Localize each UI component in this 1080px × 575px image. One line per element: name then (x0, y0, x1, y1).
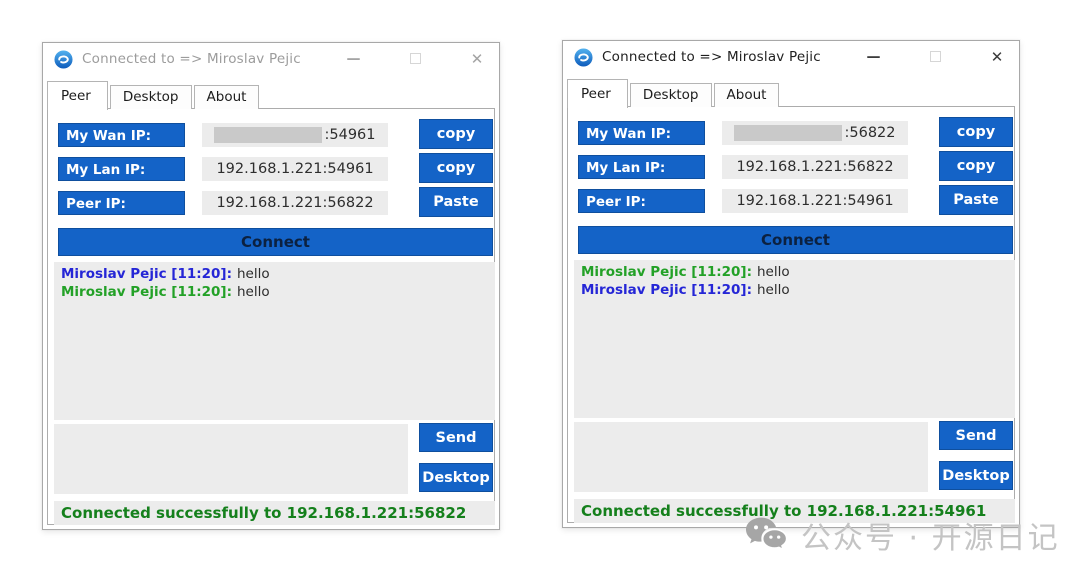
lan-ip-value[interactable]: 192.168.1.221:54961 (202, 157, 388, 181)
wan-ip-value[interactable]: :56822 (722, 121, 908, 145)
status-bar: Connected successfully to 192.168.1.221:… (54, 501, 495, 525)
wan-ip-label: My Wan IP: (578, 121, 705, 145)
lan-ip-value[interactable]: 192.168.1.221:56822 (722, 155, 908, 179)
lan-ip-label: My Lan IP: (58, 157, 185, 181)
window-title: Connected to => Miroslav Pejic (602, 49, 821, 65)
message-input[interactable] (574, 422, 928, 492)
maximize-button (918, 45, 952, 69)
connect-button[interactable]: Connect (578, 226, 1013, 254)
status-bar: Connected successfully to 192.168.1.221:… (574, 499, 1015, 523)
desktop-background: Connected to => Miroslav Pejic — ✕ Peer … (0, 0, 1080, 575)
copy-wan-button[interactable]: copy (939, 117, 1013, 147)
message-sender: Miroslav Pejic [11:20]: (581, 264, 752, 280)
wan-ip-value[interactable]: :54961 (202, 123, 388, 147)
send-button[interactable]: Send (939, 421, 1013, 450)
title-bar[interactable]: Connected to => Miroslav Pejic — ✕ (43, 43, 499, 75)
chat-window-right: Connected to => Miroslav Pejic — ✕ Peer … (562, 40, 1020, 528)
tab-peer[interactable]: Peer (47, 81, 108, 110)
minimize-button[interactable]: — (856, 45, 890, 69)
redacted-ip-mask (734, 125, 842, 141)
close-button[interactable]: ✕ (460, 47, 494, 71)
wan-ip-port: :56822 (844, 122, 895, 145)
message-sender: Miroslav Pejic [11:20]: (61, 284, 232, 300)
paste-button[interactable]: Paste (939, 185, 1013, 215)
message-text: hello (757, 264, 790, 280)
message-text: hello (237, 266, 270, 282)
chat-log[interactable]: Miroslav Pejic [11:20]: hello Miroslav Pe… (574, 260, 1015, 418)
connect-button[interactable]: Connect (58, 228, 493, 256)
copy-wan-button[interactable]: copy (419, 119, 493, 149)
tab-desktop[interactable]: Desktop (110, 85, 192, 109)
send-button[interactable]: Send (419, 423, 493, 452)
peer-tab-panel: My Wan IP: :56822 copy My Lan IP: 192.16… (567, 106, 1015, 523)
tab-peer[interactable]: Peer (567, 79, 628, 108)
lan-ip-label: My Lan IP: (578, 155, 705, 179)
tab-about[interactable]: About (194, 85, 260, 109)
chat-message: Miroslav Pejic [11:20]: hello (581, 264, 1008, 282)
copy-lan-button[interactable]: copy (939, 151, 1013, 181)
peer-ip-value[interactable]: 192.168.1.221:56822 (202, 191, 388, 215)
chat-log[interactable]: Miroslav Pejic [11:20]: hello Miroslav Pe… (54, 262, 495, 420)
chat-message: Miroslav Pejic [11:20]: hello (61, 266, 488, 284)
app-icon (54, 50, 73, 69)
wan-ip-label: My Wan IP: (58, 123, 185, 147)
minimize-button[interactable]: — (336, 47, 370, 71)
title-bar[interactable]: Connected to => Miroslav Pejic — ✕ (563, 41, 1019, 73)
tab-about[interactable]: About (714, 83, 780, 107)
chat-message: Miroslav Pejic [11:20]: hello (61, 284, 488, 302)
window-title: Connected to => Miroslav Pejic (82, 51, 301, 67)
tab-strip: Peer Desktop About (567, 79, 781, 107)
message-sender: Miroslav Pejic [11:20]: (61, 266, 232, 282)
tab-strip: Peer Desktop About (47, 81, 261, 109)
peer-ip-label: Peer IP: (578, 189, 705, 213)
desktop-button[interactable]: Desktop (419, 463, 493, 492)
redacted-ip-mask (214, 127, 322, 143)
maximize-icon (410, 53, 421, 64)
chat-window-left: Connected to => Miroslav Pejic — ✕ Peer … (42, 42, 500, 530)
desktop-button[interactable]: Desktop (939, 461, 1013, 490)
maximize-icon (930, 51, 941, 62)
paste-button[interactable]: Paste (419, 187, 493, 217)
close-button[interactable]: ✕ (980, 45, 1014, 69)
peer-ip-label: Peer IP: (58, 191, 185, 215)
tab-desktop[interactable]: Desktop (630, 83, 712, 107)
chat-message: Miroslav Pejic [11:20]: hello (581, 282, 1008, 300)
app-icon (574, 48, 593, 67)
message-input[interactable] (54, 424, 408, 494)
wan-ip-port: :54961 (324, 124, 375, 147)
message-text: hello (757, 282, 790, 298)
message-sender: Miroslav Pejic [11:20]: (581, 282, 752, 298)
message-text: hello (237, 284, 270, 300)
peer-tab-panel: My Wan IP: :54961 copy My Lan IP: 192.16… (47, 108, 495, 525)
copy-lan-button[interactable]: copy (419, 153, 493, 183)
peer-ip-value[interactable]: 192.168.1.221:54961 (722, 189, 908, 213)
maximize-button (398, 47, 432, 71)
